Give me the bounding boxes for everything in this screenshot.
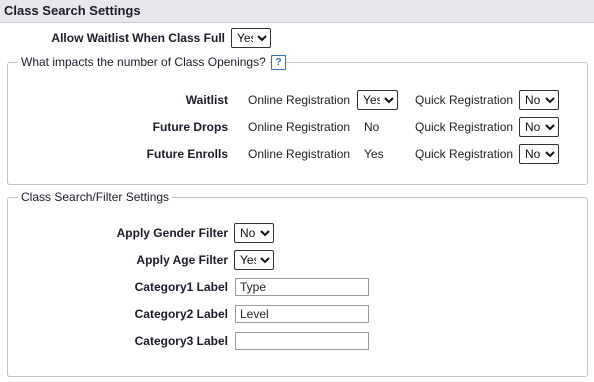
category3-input[interactable] xyxy=(235,332,369,350)
age-filter-label: Apply Age Filter xyxy=(136,253,228,267)
gender-filter-label: Apply Gender Filter xyxy=(116,226,228,240)
help-icon[interactable]: ? xyxy=(271,55,286,70)
online-registration-label: Online Registration xyxy=(248,93,351,107)
online-registration-label: Online Registration xyxy=(248,147,351,161)
category3-label: Category3 Label xyxy=(134,334,228,348)
class-openings-legend: What impacts the number of Class Opening… xyxy=(18,55,269,69)
waitlist-quick-select[interactable]: No xyxy=(519,90,559,110)
filter-settings-legend: Class Search/Filter Settings xyxy=(18,190,173,204)
waitlist-when-full-select[interactable]: Yes xyxy=(231,28,271,48)
quick-registration-label: Quick Registration xyxy=(415,120,514,134)
future-drops-quick-select[interactable]: No xyxy=(519,117,559,137)
openings-row-label-future-enrolls: Future Enrolls xyxy=(146,147,228,161)
future-drops-online-value: No xyxy=(364,120,380,134)
gender-filter-select[interactable]: No xyxy=(234,223,274,243)
waitlist-when-full-label: Allow Waitlist When Class Full xyxy=(51,31,225,45)
waitlist-online-select[interactable]: Yes xyxy=(357,90,398,110)
page-title: Class Search Settings xyxy=(4,3,141,18)
openings-row-label-waitlist: Waitlist xyxy=(185,93,228,107)
page-header: Class Search Settings xyxy=(0,0,594,23)
future-enrolls-quick-select[interactable]: No xyxy=(519,144,559,164)
category2-input[interactable] xyxy=(235,305,369,323)
quick-registration-label: Quick Registration xyxy=(415,93,514,107)
openings-row-label-future-drops: Future Drops xyxy=(152,120,228,134)
category1-label: Category1 Label xyxy=(134,280,228,294)
quick-registration-label: Quick Registration xyxy=(415,147,514,161)
future-enrolls-online-value: Yes xyxy=(364,147,384,161)
online-registration-label: Online Registration xyxy=(248,120,351,134)
age-filter-select[interactable]: Yes xyxy=(234,250,274,270)
category2-label: Category2 Label xyxy=(134,307,228,321)
category1-input[interactable] xyxy=(235,278,369,296)
